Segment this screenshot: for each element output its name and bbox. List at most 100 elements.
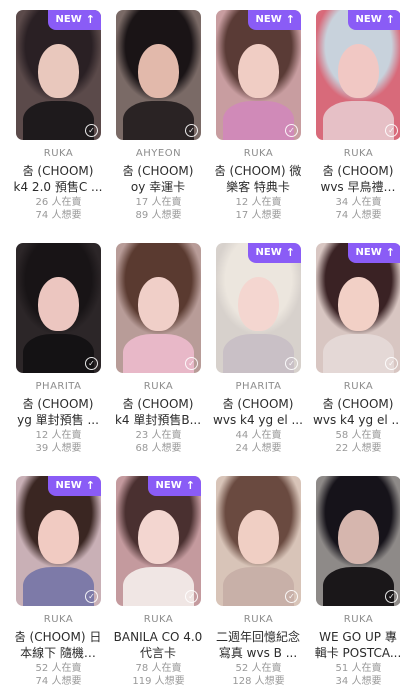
photocard-image[interactable]: NEW ↑ ✓ bbox=[16, 476, 101, 606]
seller-count: 17 人在賣 bbox=[135, 197, 182, 208]
card-title-line2: k4 單封預售B... bbox=[114, 413, 202, 427]
photocard-item[interactable]: NEW ↑ ✓ RUKA 춤 (CHOOM) k4 2.0 預售C ... 26 人在賣 74… bbox=[0, 0, 102, 233]
card-title-line2: 本線下 隨機… bbox=[20, 646, 96, 660]
photo-body-shape bbox=[22, 334, 95, 373]
card-title-line2: oy 幸運卡 bbox=[130, 180, 186, 194]
card-title[interactable]: 춤 (CHOOM) wvs k4 yg el ... bbox=[312, 396, 400, 428]
arrow-up-icon: ↑ bbox=[385, 246, 395, 259]
want-count: 89 人想要 bbox=[135, 210, 182, 221]
check-circle-icon[interactable]: ✓ bbox=[385, 357, 398, 370]
card-title[interactable]: BANILA CO 4.0 代言卡 bbox=[112, 629, 204, 661]
check-circle-icon[interactable]: ✓ bbox=[85, 124, 98, 137]
want-count: 119 人想要 bbox=[132, 676, 185, 687]
check-circle-icon[interactable]: ✓ bbox=[185, 124, 198, 137]
photocard-image[interactable]: ✓ bbox=[116, 243, 201, 373]
photocard-item[interactable]: ✓ RUKA 춤 (CHOOM) k4 單封預售B... 23 人在賣 68 人想要 bbox=[100, 233, 201, 466]
photo-body-shape bbox=[222, 334, 295, 373]
check-circle-icon[interactable]: ✓ bbox=[185, 357, 198, 370]
photocard-item[interactable]: NEW ↑ ✓ RUKA 춤 (CHOOM) wvs k4 yg el ... 58 人在賣… bbox=[300, 233, 400, 466]
arrow-up-icon: ↑ bbox=[285, 246, 295, 259]
card-stats: 44 人在賣 24 人想要 bbox=[216, 429, 301, 455]
member-name: PHARITA bbox=[235, 381, 282, 392]
check-circle-icon[interactable]: ✓ bbox=[185, 590, 198, 603]
card-stats: 52 人在賣 128 人想要 bbox=[216, 662, 301, 688]
photocard-image[interactable]: ✓ bbox=[16, 243, 101, 373]
photocard-item[interactable]: NEW ↑ ✓ RUKA 춤 (CHOOM) wvs 早鳥禮… 34 人在賣 74 人想要 bbox=[300, 0, 400, 233]
seller-count: 52 人在賣 bbox=[35, 663, 82, 674]
new-badge: NEW ↑ bbox=[147, 476, 201, 496]
card-title[interactable]: 춤 (CHOOM) k4 2.0 預售C ... bbox=[12, 163, 104, 195]
photocard-item[interactable]: ✓ AHYEON 춤 (CHOOM) oy 幸運卡 17 人在賣 89 人想要 bbox=[100, 0, 201, 233]
card-stats: 78 人在賣 119 人想要 bbox=[116, 662, 201, 688]
member-name: RUKA bbox=[343, 614, 374, 625]
new-badge: NEW ↑ bbox=[247, 243, 301, 263]
card-stats: 52 人在賣 74 人想要 bbox=[16, 662, 101, 688]
photocard-item[interactable]: ✓ RUKA 二週年回憶紀念 寫真 wvs B ... 52 人在賣 128 人想要 bbox=[200, 466, 301, 699]
new-badge-label: NEW bbox=[355, 247, 382, 258]
want-count: 39 人想要 bbox=[35, 443, 82, 454]
photocard-item[interactable]: ✓ PHARITA 춤 (CHOOM) yg 單封預售 ... 12 人在賣 39 人想要 bbox=[0, 233, 101, 466]
new-badge-label: NEW bbox=[55, 14, 82, 25]
photo-body-shape bbox=[322, 334, 395, 373]
seller-count: 58 人在賣 bbox=[335, 430, 382, 441]
card-title[interactable]: 춤 (CHOOM) 日本線下 隨機… bbox=[12, 629, 104, 661]
card-title[interactable]: 춤 (CHOOM) yg 單封預售 ... bbox=[12, 396, 104, 428]
photo-face-shape bbox=[138, 276, 179, 332]
card-stats: 12 人在賣 39 人想要 bbox=[16, 429, 101, 455]
photocard-grid: NEW ↑ ✓ RUKA 춤 (CHOOM) k4 2.0 預售C ... 26 人在賣 74… bbox=[0, 0, 400, 699]
card-title[interactable]: 춤 (CHOOM) wvs k4 yg el ... bbox=[212, 396, 304, 428]
card-title-line2: yg 單封預售 ... bbox=[17, 413, 99, 427]
photocard-image[interactable]: NEW ↑ ✓ bbox=[316, 10, 400, 140]
card-title[interactable]: 二週年回憶紀念 寫真 wvs B ... bbox=[212, 629, 304, 661]
card-title[interactable]: 춤 (CHOOM) oy 幸運卡 bbox=[112, 163, 204, 195]
photo-face-shape bbox=[338, 43, 379, 99]
photo-body-shape bbox=[22, 101, 95, 140]
new-badge-label: NEW bbox=[255, 14, 282, 25]
new-badge-label: NEW bbox=[155, 480, 182, 491]
card-title-line1: 춤 (CHOOM) bbox=[122, 164, 194, 178]
photocard-image[interactable]: ✓ bbox=[216, 476, 301, 606]
card-title-line2: 代言卡 bbox=[139, 646, 176, 660]
check-circle-icon[interactable]: ✓ bbox=[85, 590, 98, 603]
photocard-item[interactable]: NEW ↑ ✓ RUKA 춤 (CHOOM) 日本線下 隨機… 52 人在賣 74 人想要 bbox=[0, 466, 101, 699]
card-title[interactable]: 춤 (CHOOM) k4 單封預售B... bbox=[112, 396, 204, 428]
check-circle-icon[interactable]: ✓ bbox=[385, 124, 398, 137]
check-circle-icon[interactable]: ✓ bbox=[85, 357, 98, 370]
member-name: AHYEON bbox=[135, 148, 182, 159]
photocard-image[interactable]: ✓ bbox=[316, 476, 400, 606]
check-circle-icon[interactable]: ✓ bbox=[285, 590, 298, 603]
photocard-image[interactable]: NEW ↑ ✓ bbox=[316, 243, 400, 373]
photocard-item[interactable]: NEW ↑ ✓ RUKA BANILA CO 4.0 代言卡 78 人在賣 119 人想要 bbox=[100, 466, 202, 699]
photocard-image[interactable]: ✓ bbox=[116, 10, 201, 140]
photo-body-shape bbox=[222, 567, 295, 606]
new-badge: NEW ↑ bbox=[47, 10, 101, 30]
want-count: 128 人想要 bbox=[232, 676, 285, 687]
card-title-line2: wvs k4 yg el ... bbox=[213, 413, 303, 427]
member-name: RUKA bbox=[343, 381, 374, 392]
photo-face-shape bbox=[238, 43, 279, 99]
photo-face-shape bbox=[38, 43, 79, 99]
photocard-image[interactable]: NEW ↑ ✓ bbox=[216, 243, 301, 373]
photocard-image[interactable]: NEW ↑ ✓ bbox=[216, 10, 301, 140]
want-count: 17 人想要 bbox=[235, 210, 282, 221]
photocard-item[interactable]: NEW ↑ ✓ RUKA 춤 (CHOOM) 微樂客 特典卡 12 人在賣 17 人想要 bbox=[200, 0, 301, 233]
member-name: RUKA bbox=[143, 614, 174, 625]
check-circle-icon[interactable]: ✓ bbox=[385, 590, 398, 603]
photocard-image[interactable]: NEW ↑ ✓ bbox=[16, 10, 101, 140]
photo-body-shape bbox=[322, 567, 395, 606]
photo-face-shape bbox=[138, 509, 179, 565]
card-title-line2: wvs k4 yg el ... bbox=[313, 413, 400, 427]
card-title[interactable]: WE GO UP 專輯卡 POSTCA... bbox=[312, 629, 400, 661]
photocard-item[interactable]: ✓ RUKA WE GO UP 專輯卡 POSTCA... 51 人在賣 34 人想要 bbox=[300, 466, 400, 699]
seller-count: 52 人在賣 bbox=[235, 663, 282, 674]
card-title[interactable]: 춤 (CHOOM) wvs 早鳥禮… bbox=[312, 163, 400, 195]
card-title-line1: 춤 (CHOOM) bbox=[322, 397, 394, 411]
photo-body-shape bbox=[22, 567, 95, 606]
check-circle-icon[interactable]: ✓ bbox=[285, 124, 298, 137]
photocard-item[interactable]: NEW ↑ ✓ PHARITA 춤 (CHOOM) wvs k4 yg el ... 44 … bbox=[200, 233, 303, 466]
card-title[interactable]: 춤 (CHOOM) 微樂客 特典卡 bbox=[212, 163, 304, 195]
photocard-image[interactable]: NEW ↑ ✓ bbox=[116, 476, 201, 606]
arrow-up-icon: ↑ bbox=[285, 13, 295, 26]
member-name: RUKA bbox=[243, 148, 274, 159]
check-circle-icon[interactable]: ✓ bbox=[285, 357, 298, 370]
